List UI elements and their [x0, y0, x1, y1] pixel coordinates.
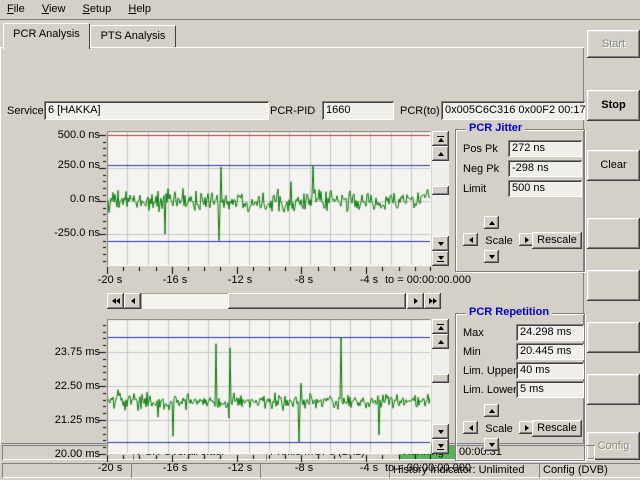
clear-button[interactable]: Clear	[587, 150, 640, 181]
jitter-scale-left-icon[interactable]	[463, 233, 478, 246]
rep-xtick-3: -12 s	[220, 462, 260, 474]
pcr-pid-label: PCR-PID	[270, 105, 315, 117]
rep-scale-label: Scale	[482, 423, 516, 435]
rep-scroll-bottom-icon[interactable]	[432, 439, 449, 454]
scroll-far-left-icon[interactable]	[107, 293, 124, 309]
pcr-jitter-group: PCR Jitter Pos Pk 272 ns Neg Pk -298 ns …	[455, 129, 585, 272]
rep-scroll-top-icon[interactable]	[432, 319, 449, 334]
jitter-xtick-5: -4 s	[349, 274, 389, 286]
menu-setup[interactable]: Setup	[76, 0, 119, 17]
pcr-to-field[interactable]: 0x005C6C316 0x00F2 00:17:5	[441, 101, 585, 120]
menu-help[interactable]: Help	[121, 0, 158, 17]
rep-ytick-2250: 22.50 ms	[28, 380, 100, 392]
jitter-ytick-500: 500.0 ns	[28, 129, 100, 141]
rep-scroll-down-icon[interactable]	[432, 424, 449, 439]
jitter-ytick-n250: -250.0 ns	[28, 227, 100, 239]
jitter-scale-up-icon[interactable]	[484, 216, 499, 229]
rep-x-end-label: to = 00:00:00.000	[385, 462, 471, 474]
neg-pk-field: -298 ns	[508, 160, 582, 177]
min-label: Min	[463, 346, 481, 358]
status-config-standard: Config (DVB)	[539, 463, 640, 478]
side-button-blank-3[interactable]	[587, 322, 640, 353]
pcr-repetition-group: PCR Repetition Max 24.298 ms Min 20.445 …	[455, 313, 585, 461]
rep-scale-left-icon[interactable]	[463, 421, 478, 434]
rep-scroll-up-icon[interactable]	[432, 334, 449, 349]
jitter-xtick-2: -16 s	[155, 274, 195, 286]
jitter-xtick-3: -12 s	[220, 274, 260, 286]
jitter-vscrollbar[interactable]	[432, 131, 449, 266]
scroll-far-right-icon[interactable]	[424, 293, 441, 309]
start-button[interactable]: Start	[587, 30, 640, 58]
rep-ytick-2375: 23.75 ms	[28, 346, 100, 358]
menu-bar: File View Setup Help	[0, 0, 640, 20]
jitter-rescale-button[interactable]: Rescale	[532, 232, 582, 249]
rep-xtick-5: -4 s	[349, 462, 389, 474]
side-button-blank-4[interactable]	[587, 374, 640, 405]
jitter-scroll-down-icon[interactable]	[432, 236, 449, 251]
service-label: Service	[7, 105, 44, 117]
rep-xtick-4: -8 s	[284, 462, 324, 474]
jitter-scale-down-icon[interactable]	[484, 250, 499, 263]
rep-scale-up-icon[interactable]	[484, 404, 499, 417]
tab-pcr-analysis[interactable]: PCR Analysis	[3, 23, 90, 49]
rep-xtick-1: -20 s	[90, 462, 130, 474]
rep-vscroll-thumb[interactable]	[432, 374, 449, 383]
pcr-jitter-group-title: PCR Jitter	[466, 122, 525, 134]
min-field: 20.445 ms	[516, 343, 584, 360]
time-hscrollbar[interactable]	[107, 293, 441, 309]
menu-file[interactable]: File	[0, 0, 32, 17]
pos-pk-label: Pos Pk	[463, 143, 498, 155]
limit-label: Limit	[463, 183, 486, 195]
tab-pts-analysis[interactable]: PTS Analysis	[90, 25, 176, 47]
max-label: Max	[463, 327, 484, 339]
service-field[interactable]: 6 [HAKKA]	[44, 101, 269, 120]
jitter-vscroll-thumb[interactable]	[432, 186, 449, 195]
pcr-jitter-chart	[95, 131, 449, 279]
rep-scale-down-icon[interactable]	[484, 438, 499, 451]
jitter-scroll-top-icon[interactable]	[432, 131, 449, 146]
jitter-xtick-4: -8 s	[284, 274, 324, 286]
rep-vscrollbar[interactable]	[432, 319, 449, 454]
pos-pk-field: 272 ns	[508, 140, 582, 157]
rep-ytick-2000: 20.00 ms	[28, 448, 100, 460]
lim-lower-label: Lim. Lower	[463, 384, 517, 396]
main-panel: Service 6 [HAKKA] PCR-PID 1660 PCR(to) 0…	[0, 47, 584, 444]
app-window: File View Setup Help PCR Analysis PTS An…	[0, 0, 640, 480]
limit-field: 500 ns	[508, 180, 582, 197]
jitter-ytick-250: 250.0 ns	[28, 159, 100, 171]
lim-upper-label: Lim. Upper	[463, 365, 517, 377]
lim-upper-field: 40 ms	[516, 362, 584, 379]
lim-lower-field: 5 ms	[516, 381, 584, 398]
menu-view[interactable]: View	[35, 0, 73, 17]
scroll-right-icon[interactable]	[407, 293, 424, 309]
jitter-xtick-1: -20 s	[90, 274, 130, 286]
hscroll-thumb[interactable]	[228, 293, 406, 309]
pcr-to-label: PCR(to)	[400, 105, 440, 117]
rep-xtick-2: -16 s	[155, 462, 195, 474]
scroll-left-icon[interactable]	[124, 293, 141, 309]
pcr-repetition-group-title: PCR Repetition	[466, 306, 552, 318]
jitter-scroll-up-icon[interactable]	[432, 146, 449, 161]
rep-rescale-button[interactable]: Rescale	[532, 420, 582, 437]
jitter-scale-label: Scale	[482, 235, 516, 247]
jitter-scroll-bottom-icon[interactable]	[432, 251, 449, 266]
side-button-blank-2[interactable]	[587, 270, 640, 301]
max-field: 24.298 ms	[516, 324, 584, 341]
hscroll-track[interactable]	[141, 293, 228, 309]
stop-button[interactable]: Stop	[587, 90, 640, 121]
neg-pk-label: Neg Pk	[463, 163, 499, 175]
pcr-pid-field[interactable]: 1660	[322, 101, 394, 120]
pcr-repetition-chart	[95, 319, 449, 467]
rep-ytick-2125: 21.25 ms	[28, 414, 100, 426]
jitter-x-end-label: to = 00:00:00.000	[385, 274, 471, 286]
side-button-blank-1[interactable]	[587, 218, 640, 249]
jitter-ytick-0: 0.0 ns	[28, 193, 100, 205]
